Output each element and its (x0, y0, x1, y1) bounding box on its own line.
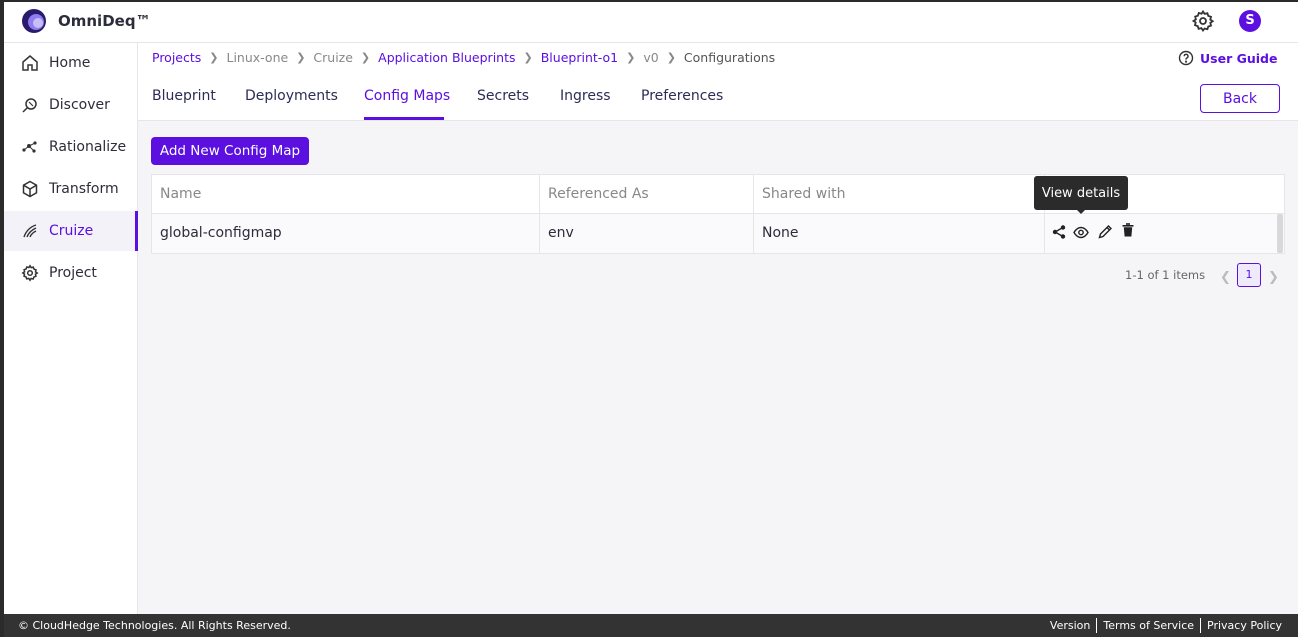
table-row (152, 214, 1284, 253)
sidebar-item-label: Home (49, 55, 91, 71)
sidebar-item-discover[interactable]: Discover (4, 85, 138, 125)
tab-config-maps[interactable]: Config Maps (364, 88, 450, 104)
footer-links: Version Terms of Service Privacy Policy (1050, 618, 1282, 633)
tab-secrets[interactable]: Secrets (477, 88, 529, 104)
chevron-right-icon: ❯ (209, 51, 219, 64)
footer: © CloudHedge Technologies. All Rights Re… (4, 614, 1298, 637)
trash-icon[interactable] (1120, 222, 1136, 238)
share-icon[interactable] (1051, 224, 1067, 240)
edit-pencil-icon[interactable] (1097, 224, 1113, 240)
sidebar-item-project[interactable]: Project (4, 253, 138, 293)
app-header: OmniDeq™ S (4, 2, 1298, 43)
column-header-referenced-as: Referenced As (548, 186, 649, 202)
column-header-name: Name (160, 186, 202, 202)
footer-divider (1200, 618, 1202, 633)
omnideq-logo-icon (22, 9, 46, 33)
home-icon (22, 55, 38, 71)
rationalize-icon (22, 141, 37, 153)
chevron-right-icon: ❯ (626, 51, 636, 64)
footer-divider (1096, 618, 1098, 633)
tooltip-arrow (1076, 209, 1086, 214)
chevron-right-icon: ❯ (523, 51, 533, 64)
sidebar-item-home[interactable]: Home (4, 43, 138, 83)
user-guide-link[interactable]: User Guide (1178, 50, 1277, 66)
tab-deployments[interactable]: Deployments (245, 88, 338, 104)
pagination-prev-icon[interactable]: ❮ (1220, 270, 1231, 285)
sidebar-item-label: Project (49, 265, 97, 281)
column-divider (539, 175, 540, 253)
footer-link-version[interactable]: Version (1050, 619, 1090, 632)
content-header-panel: Projects ❯ Linux-one ❯ Cruize ❯ Applicat… (138, 43, 1298, 121)
sidebar-item-label: Discover (49, 97, 110, 113)
eye-icon[interactable] (1073, 224, 1089, 240)
brand-name: OmniDeq™ (58, 12, 151, 30)
breadcrumb-cruize[interactable]: Cruize (313, 50, 353, 65)
transform-icon (22, 180, 38, 198)
active-tab-indicator (364, 117, 444, 120)
pagination-next-icon[interactable]: ❯ (1268, 270, 1279, 285)
add-config-map-button[interactable]: Add New Config Map (151, 137, 309, 165)
footer-link-privacy[interactable]: Privacy Policy (1207, 619, 1282, 632)
chevron-right-icon: ❯ (666, 51, 676, 64)
breadcrumb: Projects ❯ Linux-one ❯ Cruize ❯ Applicat… (152, 50, 775, 65)
sidebar-item-cruize[interactable]: Cruize (4, 211, 138, 251)
chevron-right-icon: ❯ (360, 51, 371, 64)
footer-link-terms[interactable]: Terms of Service (1103, 619, 1194, 632)
sidebar-item-transform[interactable]: Transform (4, 169, 138, 209)
breadcrumb-blueprint[interactable]: Blueprint-o1 (541, 50, 618, 65)
cruize-icon (23, 224, 37, 238)
tab-preferences[interactable]: Preferences (641, 88, 723, 104)
sidebar: Home Discover Rationalize Transform Crui… (4, 43, 138, 614)
breadcrumb-projects[interactable]: Projects (152, 50, 201, 65)
row-divider (152, 213, 1284, 214)
discover-icon (22, 98, 37, 113)
chevron-right-icon: ❯ (296, 51, 306, 64)
breadcrumb-application-blueprints[interactable]: Application Blueprints (378, 50, 515, 65)
table-scrollbar[interactable] (1277, 214, 1283, 253)
user-guide-label: User Guide (1200, 50, 1278, 66)
sidebar-item-label: Rationalize (49, 139, 127, 155)
cell-name: global-configmap (160, 225, 282, 241)
user-avatar[interactable]: S (1239, 10, 1261, 32)
breadcrumb-version[interactable]: v0 (643, 50, 658, 65)
pagination-info: 1-1 of 1 items (1125, 268, 1206, 282)
column-header-shared-with: Shared with (762, 186, 846, 202)
cell-referenced-as: env (548, 225, 574, 241)
cell-shared-with: None (762, 225, 799, 241)
sidebar-item-label: Cruize (49, 223, 94, 239)
copyright-text: © CloudHedge Technologies. All Rights Re… (18, 619, 291, 632)
tab-ingress[interactable]: Ingress (560, 88, 611, 104)
tab-blueprint[interactable]: Blueprint (152, 88, 216, 104)
breadcrumb-current: Configurations (683, 50, 776, 65)
column-divider (753, 175, 754, 253)
sidebar-item-label: Transform (49, 181, 119, 197)
back-button[interactable]: Back (1200, 84, 1280, 113)
project-gear-icon (21, 264, 39, 282)
breadcrumb-linux-one[interactable]: Linux-one (227, 50, 289, 65)
pagination-page-button[interactable]: 1 (1237, 263, 1261, 287)
help-circle-icon (1178, 50, 1194, 66)
view-details-tooltip: View details (1034, 176, 1128, 210)
sidebar-item-rationalize[interactable]: Rationalize (4, 127, 138, 167)
settings-gear-icon[interactable] (1191, 9, 1215, 33)
